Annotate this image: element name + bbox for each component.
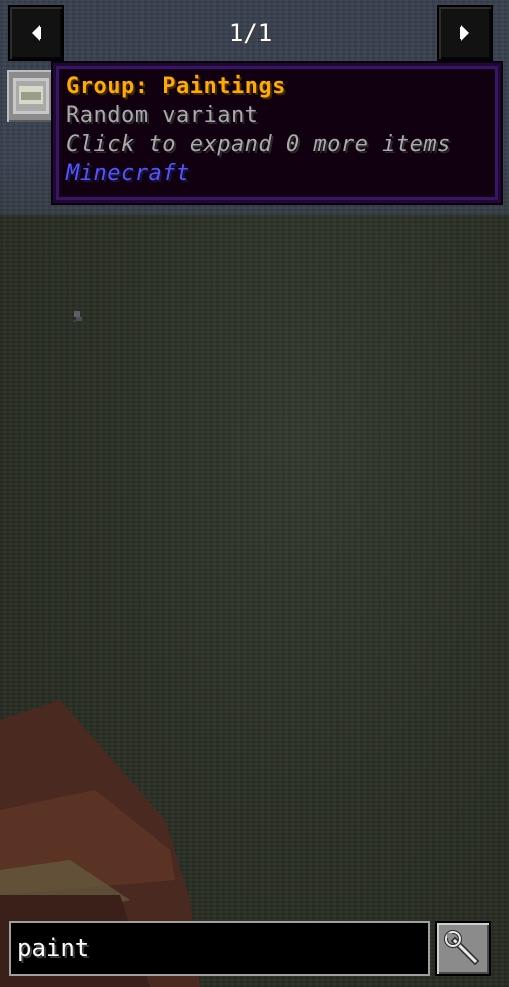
tooltip-title: Group: Paintings	[66, 74, 286, 99]
page-navigation: 1/1	[8, 5, 493, 61]
config-button[interactable]	[435, 921, 491, 976]
tooltip-hint: Click to expand 0 more items	[66, 132, 451, 157]
wrench-icon	[444, 929, 480, 965]
item-tooltip: Group: Paintings Random variant Click to…	[51, 61, 503, 205]
previous-page-button[interactable]	[8, 5, 64, 61]
arrow-left-icon	[32, 25, 41, 41]
tooltip-description: Random variant	[66, 103, 259, 128]
search-input[interactable]	[17, 923, 417, 974]
painting-icon	[13, 78, 49, 114]
search-field[interactable]	[9, 921, 430, 976]
arrow-right-icon	[460, 25, 469, 41]
page-indicator: 1/1	[228, 19, 273, 47]
item-slot-paintings[interactable]	[7, 70, 55, 122]
tooltip-mod-name: Minecraft	[66, 161, 190, 186]
next-page-button[interactable]	[437, 5, 493, 61]
distant-mob-icon	[73, 311, 82, 322]
